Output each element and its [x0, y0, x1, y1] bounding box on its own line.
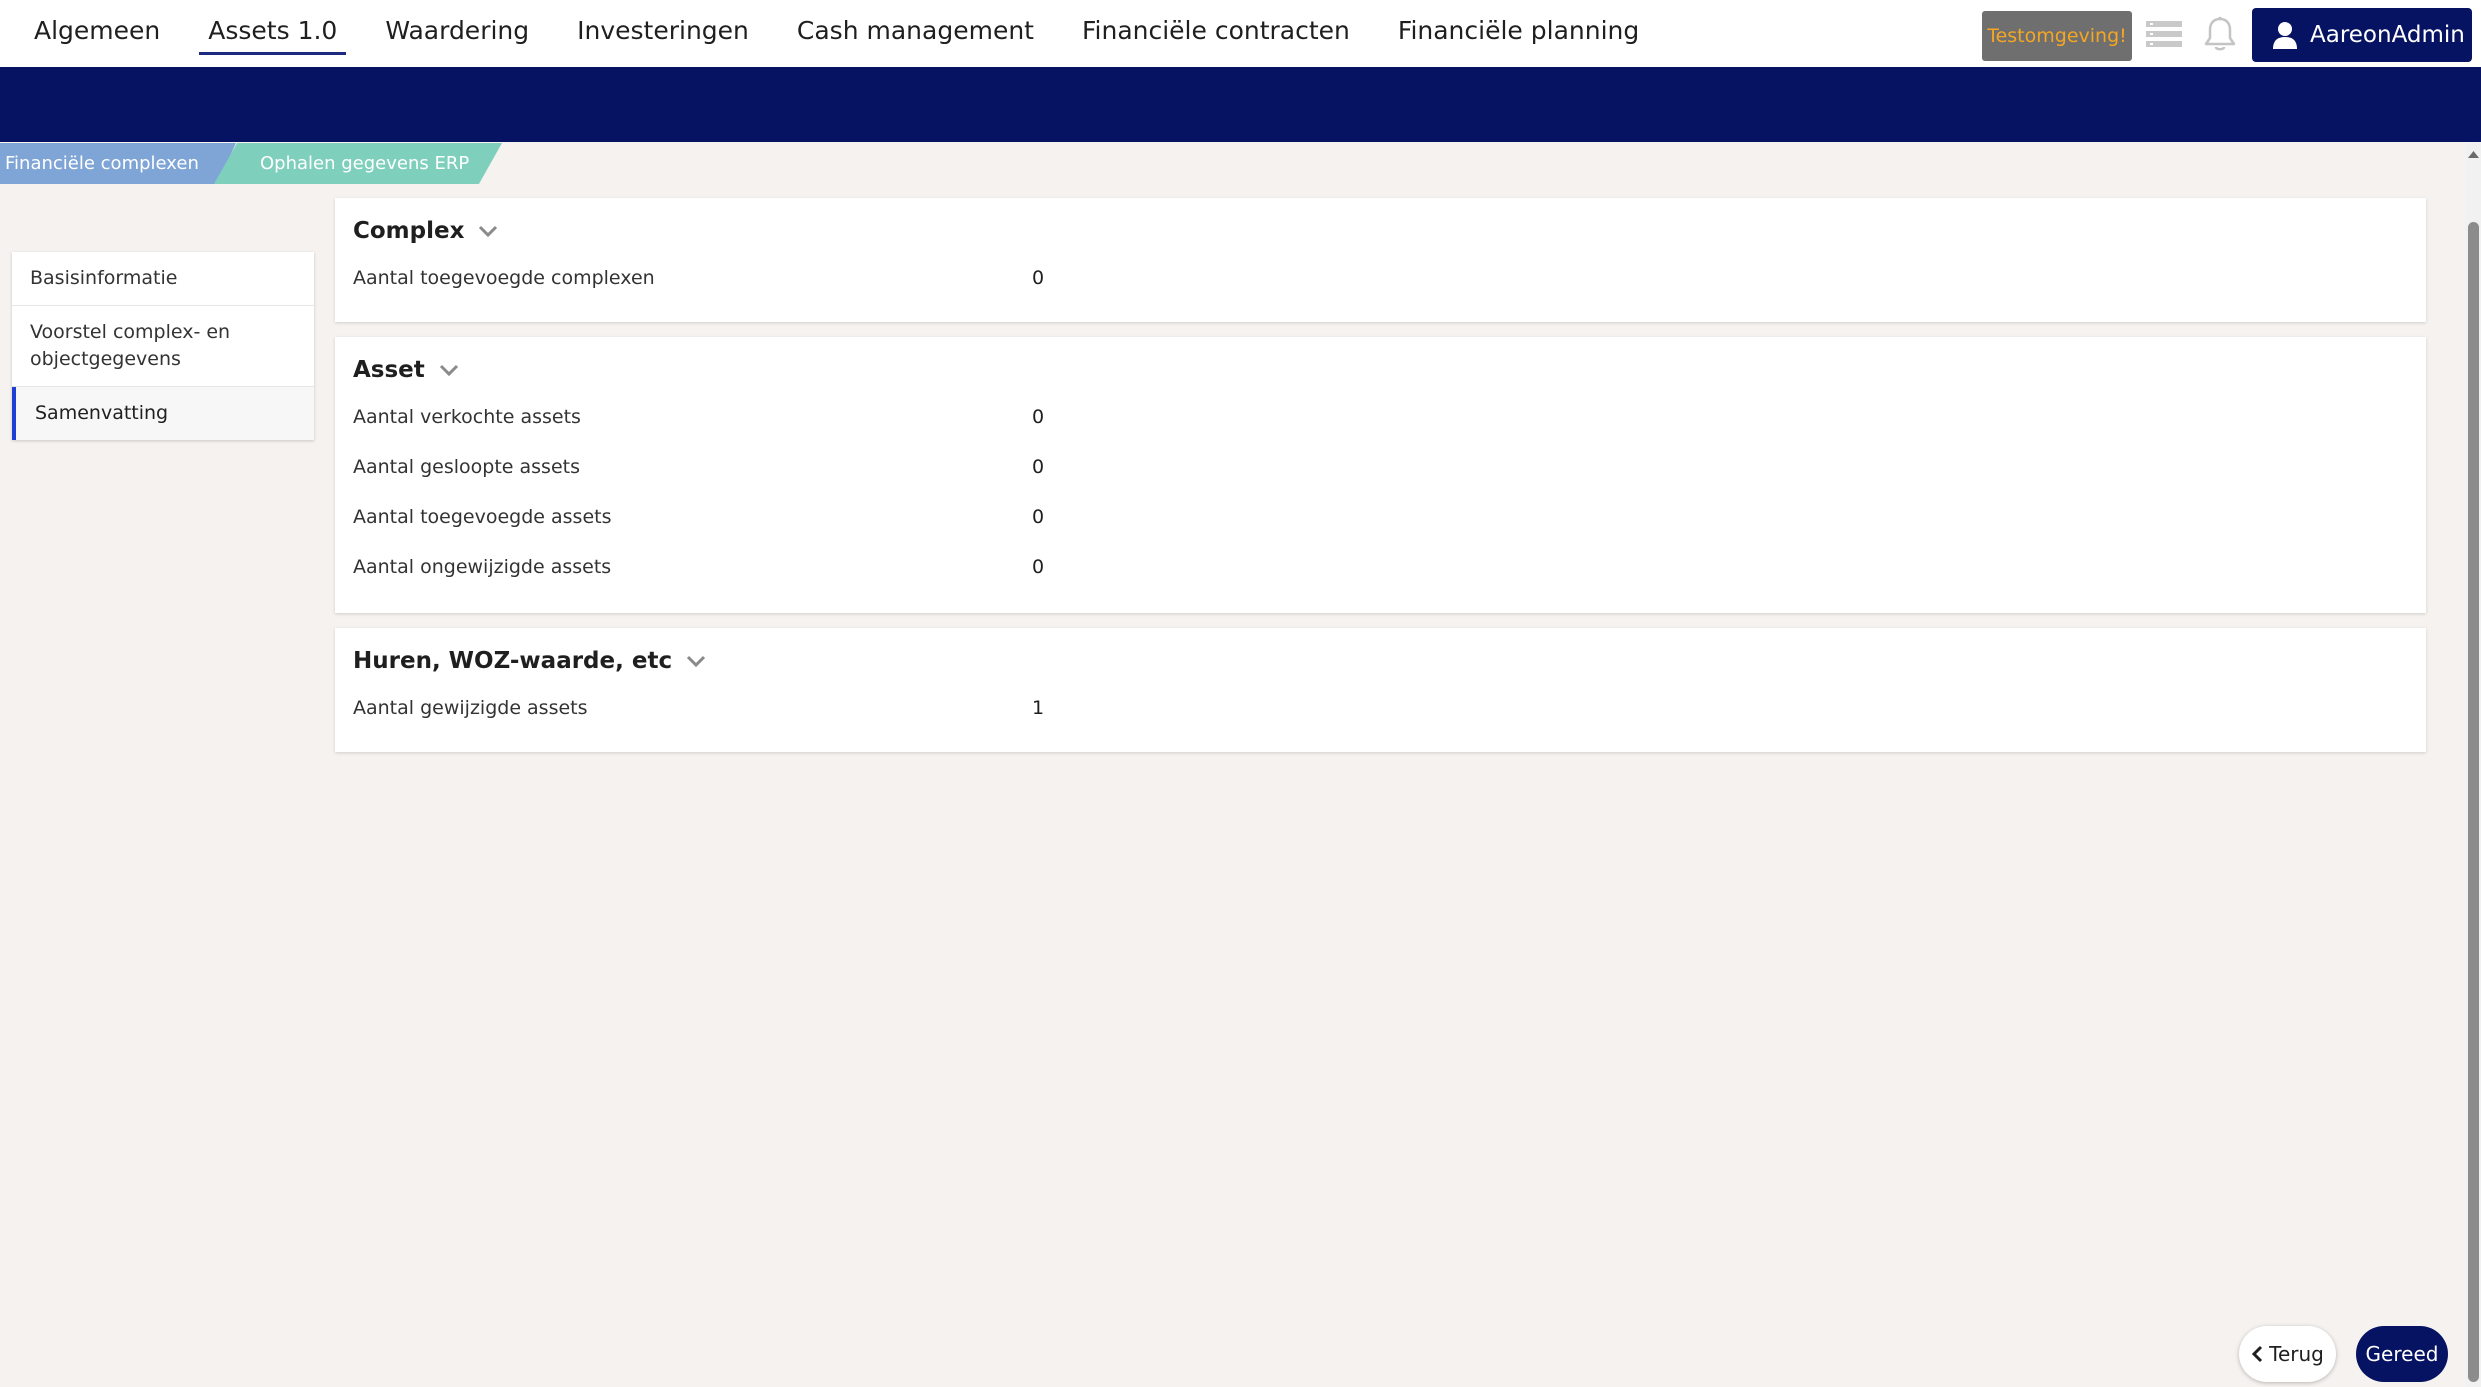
top-navigation: Algemeen Assets 1.0 Waardering Investeri… [0, 0, 2481, 67]
card-huren: Huren, WOZ-waarde, etc Aantal gewijzigde… [335, 628, 2426, 752]
step-basisinformatie[interactable]: Basisinformatie [12, 252, 314, 306]
card-complex: Complex Aantal toegevoegde complexen 0 [335, 198, 2426, 322]
row-value: 0 [1032, 506, 1045, 528]
done-button[interactable]: Gereed [2356, 1326, 2448, 1382]
chevron-left-icon [2252, 1345, 2263, 1363]
nav-item-financiele-planning[interactable]: Financiële planning [1398, 0, 1639, 46]
row-value: 0 [1032, 406, 1045, 428]
back-button-label: Terug [2269, 1342, 2324, 1366]
chevron-down-icon [479, 225, 498, 238]
wizard-steps: Basisinformatie Voorstel complex- en obj… [12, 252, 314, 440]
chevron-down-icon [439, 364, 458, 377]
breadcrumb-financiele-complexen[interactable]: Financiële complexen [0, 143, 236, 184]
step-samenvatting[interactable]: Samenvatting [12, 387, 314, 440]
row-label: Aantal verkochte assets [353, 406, 581, 428]
environment-badge: Testomgeving! [1982, 11, 2132, 61]
nav-item-cash-management[interactable]: Cash management [797, 0, 1034, 46]
scrollbar-thumb[interactable] [2468, 222, 2479, 1382]
nav-item-financiele-contracten[interactable]: Financiële contracten [1082, 0, 1350, 46]
row-label: Aantal gewijzigde assets [353, 697, 588, 719]
bell-icon[interactable] [2203, 16, 2237, 52]
card-asset: Asset Aantal verkochte assets 0 Aantal g… [335, 337, 2426, 613]
nav-item-assets[interactable]: Assets 1.0 [199, 0, 347, 55]
main-menu: Algemeen Assets 1.0 Waardering Investeri… [34, 0, 1687, 67]
user-icon [2273, 22, 2297, 49]
nav-item-algemeen[interactable]: Algemeen [34, 0, 160, 46]
card-complex-header[interactable]: Complex [353, 218, 498, 244]
row-value: 1 [1032, 697, 1045, 719]
card-complex-title: Complex [353, 218, 465, 244]
card-asset-header[interactable]: Asset [353, 357, 459, 383]
chevron-down-icon [687, 655, 706, 668]
back-button[interactable]: Terug [2239, 1326, 2336, 1382]
user-menu-button[interactable]: AareonAdmin [2252, 8, 2472, 62]
step-voorstel-gegevens[interactable]: Voorstel complex- en objectgegevens [12, 306, 314, 387]
row-label: Aantal toegevoegde complexen [353, 267, 655, 289]
scroll-up-arrow-icon[interactable] [2466, 146, 2481, 160]
card-huren-title: Huren, WOZ-waarde, etc [353, 648, 673, 674]
nav-item-investeringen[interactable]: Investeringen [577, 0, 749, 46]
row-value: 0 [1032, 456, 1045, 478]
row-label: Aantal ongewijzigde assets [353, 556, 612, 578]
nav-item-waardering[interactable]: Waardering [385, 0, 529, 46]
header-band [0, 67, 2481, 142]
row-value: 0 [1032, 556, 1045, 578]
row-label: Aantal gesloopte assets [353, 456, 580, 478]
list-menu-icon[interactable] [2146, 20, 2182, 48]
row-value: 0 [1032, 267, 1045, 289]
card-asset-title: Asset [353, 357, 425, 383]
breadcrumb-ophalen-gegevens-erp[interactable]: Ophalen gegevens ERP [214, 143, 502, 184]
user-name: AareonAdmin [2310, 22, 2465, 48]
card-huren-header[interactable]: Huren, WOZ-waarde, etc [353, 648, 706, 674]
row-label: Aantal toegevoegde assets [353, 506, 612, 528]
